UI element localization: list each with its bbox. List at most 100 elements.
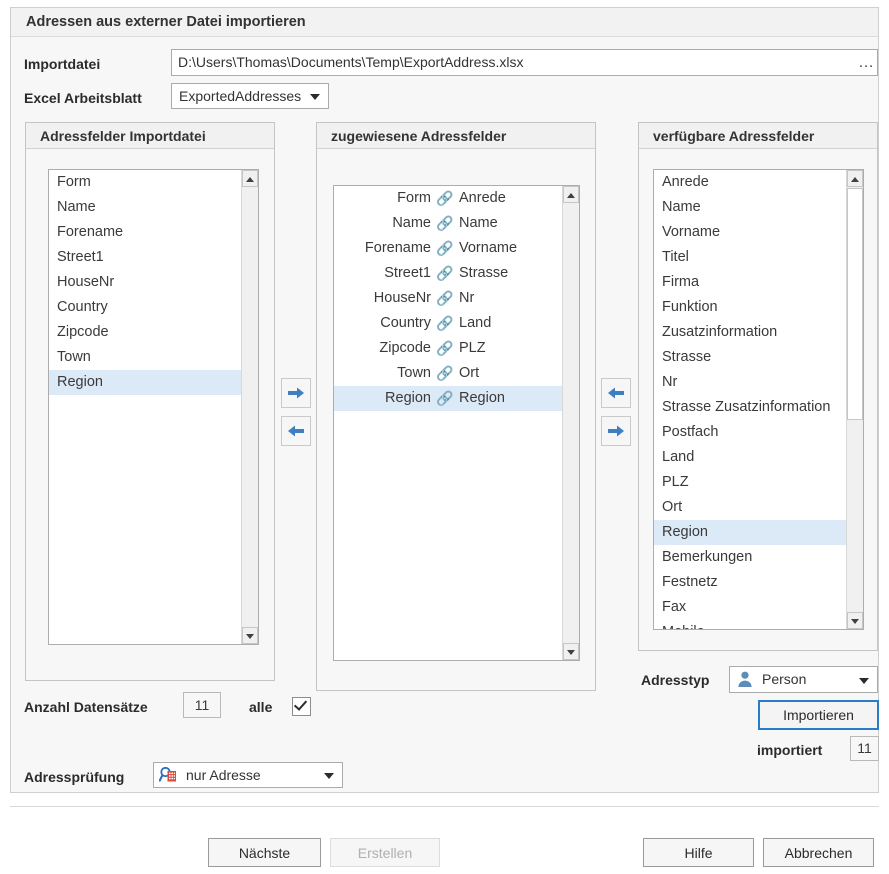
mapping-source-field: Country xyxy=(380,315,431,331)
worksheet-label: Excel Arbeitsblatt xyxy=(24,90,142,106)
check-icon xyxy=(293,697,308,711)
link-icon: 🔗 xyxy=(436,315,454,331)
scrollbar-thumb[interactable] xyxy=(847,188,863,420)
scroll-up-button[interactable] xyxy=(847,170,863,187)
mapping-row[interactable]: Town 🔗 Ort xyxy=(334,361,562,386)
mapped-fields-header: zugewiesene Adressfelder xyxy=(317,123,595,149)
mapping-row[interactable]: HouseNr 🔗 Nr xyxy=(334,286,562,311)
chevron-down-icon xyxy=(859,677,869,684)
mapped-fields-list[interactable]: Form 🔗 Anrede Name 🔗 Name Forename 🔗 Vorname Stre… xyxy=(333,185,580,661)
list-item[interactable]: Strasse Zusatzinformation xyxy=(654,395,846,420)
list-item[interactable]: Ort xyxy=(654,495,846,520)
mapping-row[interactable]: Forename 🔗 Vorname xyxy=(334,236,562,261)
mapping-row[interactable]: Street1 🔗 Strasse xyxy=(334,261,562,286)
triangle-down-icon xyxy=(851,618,859,624)
mapping-target-field: Vorname xyxy=(459,240,518,256)
list-item[interactable]: Name xyxy=(654,195,846,220)
address-check-select[interactable]: nur Adresse xyxy=(153,762,343,788)
list-item[interactable]: Name xyxy=(49,195,241,220)
import-button[interactable]: Importieren xyxy=(758,700,879,730)
list-item[interactable]: Fax xyxy=(654,595,846,620)
record-count-label: Anzahl Datensätze xyxy=(24,699,148,715)
assign-field-button[interactable] xyxy=(281,378,311,408)
import-file-field[interactable]: D:\Users\Thomas\Documents\Temp\ExportAdd… xyxy=(171,49,878,76)
list-item[interactable]: Nr xyxy=(654,370,846,395)
list-item[interactable]: Postfach xyxy=(654,420,846,445)
browse-file-button[interactable]: … xyxy=(852,51,876,74)
help-button[interactable]: Hilfe xyxy=(643,838,754,867)
available-list-scrollbar[interactable] xyxy=(846,170,863,629)
mapped-list-scrollbar[interactable] xyxy=(562,186,579,660)
chevron-down-icon xyxy=(324,773,334,779)
worksheet-select[interactable]: ExportedAddresses xyxy=(171,83,329,109)
list-item[interactable]: PLZ xyxy=(654,470,846,495)
list-item[interactable]: Land xyxy=(654,445,846,470)
list-item[interactable]: Strasse xyxy=(654,345,846,370)
next-button[interactable]: Nächste xyxy=(208,838,321,867)
add-available-field-button[interactable] xyxy=(601,378,631,408)
link-icon: 🔗 xyxy=(436,290,454,306)
available-fields-list-items: Anrede Name Vorname Titel Firma Funktion Zusat… xyxy=(654,170,846,629)
all-records-checkbox[interactable] xyxy=(292,697,311,716)
link-icon: 🔗 xyxy=(436,240,454,256)
list-item[interactable]: Firma xyxy=(654,270,846,295)
address-check-label: Adressprüfung xyxy=(24,769,125,785)
mapping-target-field: PLZ xyxy=(459,340,486,356)
list-item[interactable]: Forename xyxy=(49,220,241,245)
mapping-source-field: Form xyxy=(397,190,431,206)
remove-available-field-button[interactable] xyxy=(601,416,631,446)
available-fields-header: verfügbare Adressfelder xyxy=(639,123,877,149)
scroll-down-button[interactable] xyxy=(847,612,863,629)
list-item[interactable]: Form xyxy=(49,170,241,195)
link-icon: 🔗 xyxy=(436,365,454,381)
list-item[interactable]: Mobile xyxy=(654,620,846,629)
list-item[interactable]: Zusatzinformation xyxy=(654,320,846,345)
list-item[interactable]: Bemerkungen xyxy=(654,545,846,570)
scroll-down-button[interactable] xyxy=(563,643,579,660)
list-item[interactable]: HouseNr xyxy=(49,270,241,295)
address-type-select[interactable]: Person xyxy=(729,666,878,693)
list-item[interactable]: Town xyxy=(49,345,241,370)
mapping-source-field: Forename xyxy=(364,240,431,256)
source-list-scrollbar[interactable] xyxy=(241,170,258,644)
link-icon: 🔗 xyxy=(436,215,454,231)
mapping-row[interactable]: Form 🔗 Anrede xyxy=(334,186,562,211)
cancel-button[interactable]: Abbrechen xyxy=(763,838,874,867)
scroll-down-button[interactable] xyxy=(242,627,258,644)
list-item[interactable]: Festnetz xyxy=(654,570,846,595)
mapping-target-field: Land xyxy=(459,315,492,331)
link-icon: 🔗 xyxy=(436,340,454,356)
list-item[interactable]: Street1 xyxy=(49,245,241,270)
mapping-source-field: Name xyxy=(392,215,431,231)
import-file-value: D:\Users\Thomas\Documents\Temp\ExportAdd… xyxy=(178,54,524,70)
scroll-up-button[interactable] xyxy=(563,186,579,203)
list-item[interactable]: Funktion xyxy=(654,295,846,320)
mapping-source-field: Region xyxy=(385,390,431,406)
footer-divider xyxy=(10,806,879,807)
mapping-row[interactable]: Name 🔗 Name xyxy=(334,211,562,236)
available-fields-list[interactable]: Anrede Name Vorname Titel Firma Funktion Zusat… xyxy=(653,169,864,630)
record-count-value: 11 xyxy=(183,692,221,718)
source-fields-list[interactable]: Form Name Forename Street1 HouseNr Country Zip… xyxy=(48,169,259,645)
mapping-source-field: Street1 xyxy=(384,265,431,281)
list-item[interactable]: Zipcode xyxy=(49,320,241,345)
list-item[interactable]: Region xyxy=(654,520,846,545)
list-item[interactable]: Region xyxy=(49,370,241,395)
source-fields-header: Adressfelder Importdatei xyxy=(26,123,274,149)
mapping-row[interactable]: Country 🔗 Land xyxy=(334,311,562,336)
list-item[interactable]: Vorname xyxy=(654,220,846,245)
arrow-right-icon xyxy=(608,425,624,437)
arrow-right-icon xyxy=(288,387,304,399)
list-item[interactable]: Titel xyxy=(654,245,846,270)
mapping-row[interactable]: Region 🔗 Region xyxy=(334,386,562,411)
page-title: Adressen aus externer Datei importieren xyxy=(11,8,878,37)
scroll-up-button[interactable] xyxy=(242,170,258,187)
address-type-label: Adresstyp xyxy=(641,672,710,688)
unassign-field-button[interactable] xyxy=(281,416,311,446)
triangle-up-icon xyxy=(851,176,859,182)
mapping-row[interactable]: Zipcode 🔗 PLZ xyxy=(334,336,562,361)
arrow-left-icon xyxy=(608,387,624,399)
import-file-label: Importdatei xyxy=(24,56,101,72)
list-item[interactable]: Country xyxy=(49,295,241,320)
list-item[interactable]: Anrede xyxy=(654,170,846,195)
